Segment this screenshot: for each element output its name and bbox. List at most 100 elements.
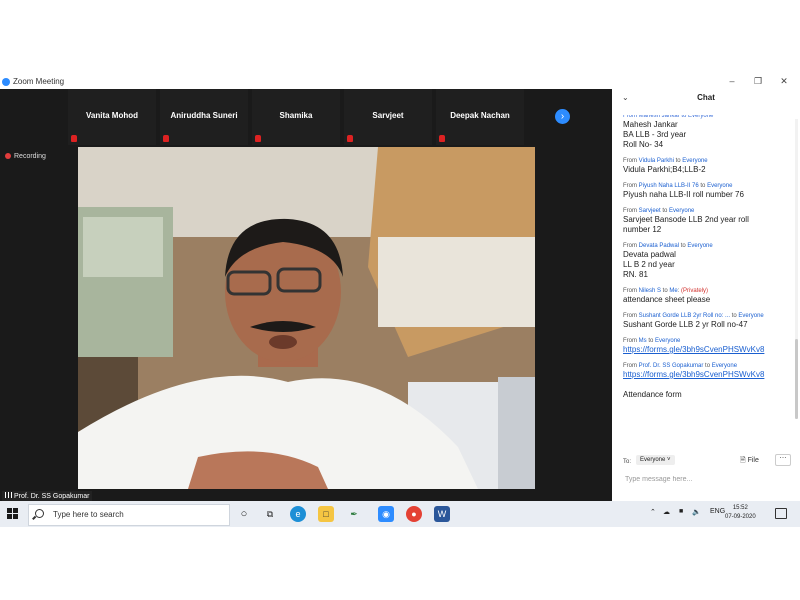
zoom-taskbar-icon[interactable]: ◉ xyxy=(378,506,394,522)
file-button[interactable]: 🗎 File xyxy=(740,456,759,467)
edge-icon[interactable]: e xyxy=(290,506,306,522)
chat-title: Chat xyxy=(697,93,715,102)
volume-icon[interactable]: 🔈 xyxy=(692,508,701,516)
sender-name[interactable]: Sarvjeet xyxy=(639,208,661,214)
participant-tile[interactable]: Shamika xyxy=(252,89,340,145)
message-line: Vidula Parkhi;B4;LLB-2 xyxy=(623,165,706,174)
clock-time: 15:52 xyxy=(732,505,748,511)
file-explorer-icon[interactable]: □ xyxy=(318,506,334,522)
chat-message: From Prof. Dr. SS Gopakumar to Everyone … xyxy=(623,362,793,400)
windows-taskbar: ○ ⧉ e □ ✒ ◉ ● W ⌃ ☁ ■ 🔈 ENG 15:52 07-09-… xyxy=(0,501,800,527)
more-options-icon[interactable]: ⋯ xyxy=(775,454,791,466)
recipient-name: Everyone xyxy=(707,183,733,189)
clock-date: 07-09-2020 xyxy=(725,514,756,520)
chat-scrollbar-thumb[interactable] xyxy=(795,339,798,419)
message-link[interactable]: https://forms.gle/3bh9sCvenPHSWvKv8 xyxy=(623,370,793,380)
muted-mic-icon xyxy=(163,135,169,142)
sender-name[interactable]: Piyush Naha LLB-II 76 xyxy=(639,183,699,189)
participant-tile[interactable]: Sarvjeet xyxy=(344,89,432,145)
message-link[interactable]: https://forms.gle/3bh9sCvenPHSWvKv8 xyxy=(623,345,793,355)
recipient-name: Everyone xyxy=(687,243,713,249)
message-sender: From Piyush Naha LLB-II 76 to Everyone xyxy=(623,183,733,189)
recording-dot-icon xyxy=(5,153,11,159)
participant-tile[interactable]: Aniruddha Suneri xyxy=(160,89,248,145)
close-button[interactable]: ✕ xyxy=(776,76,792,87)
file-icon: 🗎 xyxy=(740,457,746,464)
message-sender: From Ms to Everyone xyxy=(623,338,681,344)
message-line: LL B 2 nd year xyxy=(623,260,675,269)
participant-tile[interactable]: Vanita Mohod xyxy=(68,89,156,145)
sender-name[interactable]: Sushant Gorde LLB 2yr Roll no: ... xyxy=(639,313,730,319)
message-line xyxy=(623,380,793,390)
message-sender: From Prof. Dr. SS Gopakumar to Everyone xyxy=(623,363,738,369)
muted-mic-icon xyxy=(71,135,77,142)
participant-name: Vanita Mohod xyxy=(86,111,138,120)
cortana-icon[interactable]: ○ xyxy=(236,506,252,522)
message-sender: From Sushant Gorde LLB 2yr Roll no: ... … xyxy=(623,313,764,319)
next-participants-icon[interactable]: › xyxy=(555,109,570,124)
file-label: File xyxy=(747,457,759,464)
taskbar-search[interactable] xyxy=(28,504,230,526)
participant-name: Deepak Nachan xyxy=(450,111,510,120)
message-sender: From Sarvjeet to Everyone xyxy=(623,208,695,214)
message-sender: From Vidula Parkhi to Everyone xyxy=(623,158,708,164)
chevron-up-icon[interactable]: ⌃ xyxy=(650,508,656,516)
muted-mic-icon xyxy=(439,135,445,142)
message-sender: From Nilesh S to Me: (Privately) xyxy=(623,288,709,294)
chat-message-input[interactable] xyxy=(623,475,792,484)
search-input[interactable] xyxy=(51,509,225,520)
recording-label: Recording xyxy=(14,153,46,160)
recipient-name: Me xyxy=(669,288,678,294)
speaker-name: Prof. Dr. SS Gopakumar xyxy=(14,493,90,500)
sender-name[interactable]: Ms xyxy=(639,338,647,344)
zoom-app-icon xyxy=(2,78,10,86)
chat-panel: ⌄ Chat From Mahesh Jankar to Everyone Ma… xyxy=(612,89,800,501)
speaker-nameplate: Prof. Dr. SS Gopakumar xyxy=(2,491,93,501)
sender-name[interactable]: Prof. Dr. SS Gopakumar xyxy=(639,363,704,369)
chevron-down-icon: ˅ xyxy=(667,457,671,463)
word-icon[interactable]: W xyxy=(434,506,450,522)
chat-message: From Ms to Everyone https://forms.gle/3b… xyxy=(623,337,793,355)
chat-messages: From Mahesh Jankar to Everyone Mahesh Ja… xyxy=(623,115,793,445)
chat-message: Mahesh Jankar BA LLB - 3rd year Roll No-… xyxy=(623,120,793,150)
participant-strip: Vanita Mohod Aniruddha Suneri Shamika Sa… xyxy=(68,89,612,145)
recipient-select[interactable]: Everyone ˅ xyxy=(636,455,675,465)
maximize-button[interactable]: ❐ xyxy=(750,76,766,87)
microphone-icon[interactable]: ■ xyxy=(679,508,683,515)
message-line: Devata padwal xyxy=(623,250,676,259)
message-line: RN. 81 xyxy=(623,270,648,279)
sender-name[interactable]: Nilesh S xyxy=(639,288,661,294)
language-indicator[interactable]: ENG xyxy=(710,508,725,515)
muted-mic-icon xyxy=(255,135,261,142)
recording-indicator: Recording xyxy=(5,153,46,160)
chrome-icon[interactable]: ● xyxy=(406,506,422,522)
private-flag: (Privately) xyxy=(681,288,709,294)
message-line: Sarvjeet Bansode LLB 2nd year roll xyxy=(623,215,749,224)
recipient-name: Everyone xyxy=(738,313,764,319)
sticky-app-icon[interactable]: ✒ xyxy=(346,506,362,522)
participant-name: Sarvjeet xyxy=(372,111,404,120)
window-titlebar: Zoom Meeting – ❐ ✕ xyxy=(0,75,800,89)
cloud-icon[interactable]: ☁ xyxy=(663,508,670,516)
participant-name: Aniruddha Suneri xyxy=(170,111,238,120)
chat-message: From Devata Padwal to Everyone Devata pa… xyxy=(623,242,793,280)
recipient-name: Everyone xyxy=(655,338,681,344)
message-sender: From Devata Padwal to Everyone xyxy=(623,243,713,249)
recipient-name: Everyone xyxy=(682,158,708,164)
windows-start-icon[interactable] xyxy=(7,508,19,520)
minimize-button[interactable]: – xyxy=(724,76,740,86)
participant-name: Shamika xyxy=(279,111,313,120)
sender-name[interactable]: Devata Padwal xyxy=(639,243,679,249)
window-title: Zoom Meeting xyxy=(13,77,65,86)
sender-name[interactable]: Vidula Parkhi xyxy=(639,158,674,164)
recipient-name: Everyone xyxy=(669,208,695,214)
taskbar-clock[interactable]: 15:52 07-09-2020 xyxy=(725,504,756,522)
participant-tile[interactable]: Deepak Nachan xyxy=(436,89,524,145)
notification-icon[interactable] xyxy=(775,508,787,519)
task-view-icon[interactable]: ⧉ xyxy=(262,506,278,522)
recipient-name: Everyone xyxy=(711,363,738,369)
message-line: Mahesh Jankar xyxy=(623,120,678,129)
message-line: Roll No- 34 xyxy=(623,140,664,149)
active-speaker-video xyxy=(78,147,535,489)
message-line: Piyush naha LLB-II roll number 76 xyxy=(623,190,744,199)
